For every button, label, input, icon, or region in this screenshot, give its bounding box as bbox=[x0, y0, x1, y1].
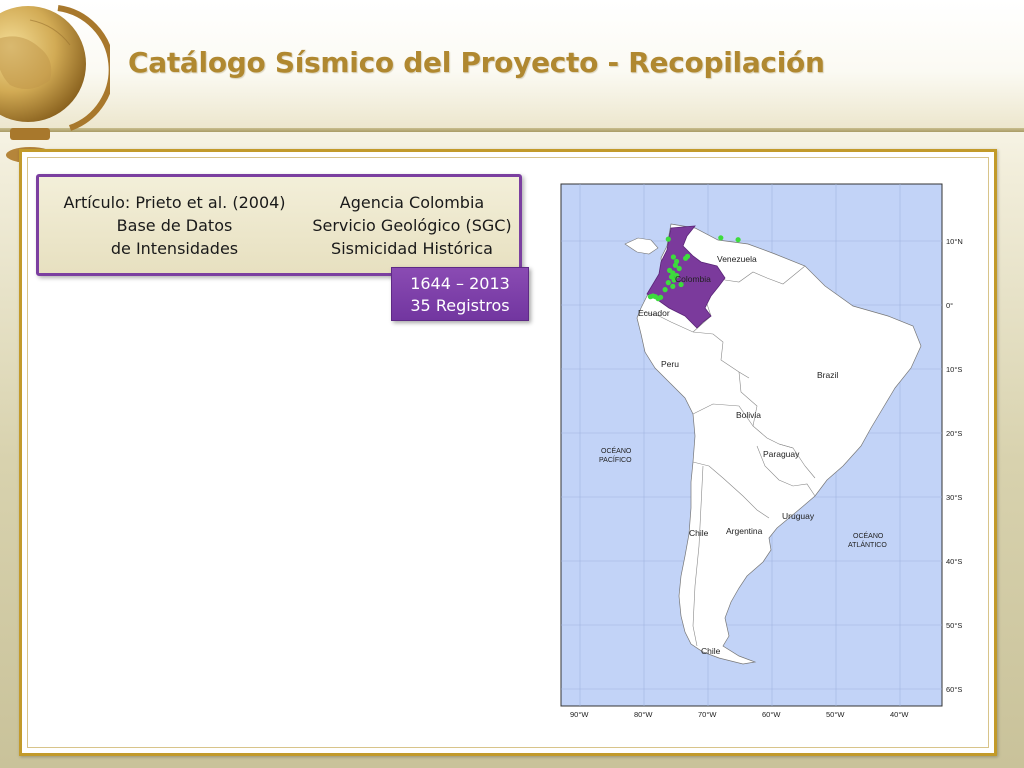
map-panel: Venezuela Colombia Ecuador Peru Brazil B… bbox=[543, 166, 980, 722]
seismic-event-point bbox=[670, 283, 676, 289]
source-article-line: Artículo: Prieto et al. (2004) bbox=[63, 193, 286, 212]
seismic-event-point bbox=[676, 265, 682, 272]
lon-tick-label: 80°W bbox=[634, 710, 653, 719]
country-label-argentina: Argentina bbox=[726, 526, 763, 536]
ocean-label-atlantic: OCÉANO bbox=[853, 531, 884, 540]
globe-icon bbox=[0, 5, 110, 163]
source-agency-line: Sismicidad Histórica bbox=[331, 239, 493, 258]
lat-tick-label: 20°S bbox=[946, 429, 962, 438]
seismic-event-point bbox=[662, 287, 668, 293]
lat-tick-label: 60°S bbox=[946, 685, 962, 694]
page-title: Catálogo Sísmico del Proyecto - Recopila… bbox=[128, 46, 825, 79]
country-label-venezuela: Venezuela bbox=[717, 254, 757, 264]
source-agency-column: Agencia Colombia Servicio Geológico (SGC… bbox=[301, 191, 523, 260]
country-label-ecuador: Ecuador bbox=[638, 308, 670, 318]
lon-tick-label: 50°W bbox=[826, 710, 845, 719]
seismic-event-point bbox=[665, 280, 671, 286]
lat-tick-label: 30°S bbox=[946, 493, 962, 502]
source-article-column: Artículo: Prieto et al. (2004) Base de D… bbox=[47, 191, 302, 260]
country-label-brazil: Brazil bbox=[817, 370, 838, 380]
country-label-chile-south: Chile bbox=[701, 646, 721, 656]
lon-tick-label: 70°W bbox=[698, 710, 717, 719]
seismic-event-point bbox=[665, 236, 671, 242]
badge-count: 35 Registros bbox=[410, 296, 510, 315]
lat-tick-label: 50°S bbox=[946, 621, 962, 630]
lat-tick-label: 0° bbox=[946, 301, 953, 310]
seismic-event-point bbox=[735, 237, 741, 243]
source-article-line: de Intensidades bbox=[110, 239, 239, 258]
source-agency-line: Servicio Geológico (SGC) bbox=[312, 216, 512, 235]
record-count-badge: 1644 – 2013 35 Registros bbox=[391, 267, 529, 321]
country-label-colombia: Colombia bbox=[675, 274, 711, 284]
country-label-chile-north: Chile bbox=[689, 528, 709, 538]
badge-period: 1644 – 2013 bbox=[410, 274, 510, 293]
source-info-box: Artículo: Prieto et al. (2004) Base de D… bbox=[36, 174, 522, 276]
lon-tick-label: 40°W bbox=[890, 710, 909, 719]
seismic-event-point bbox=[670, 254, 676, 260]
south-america-map[interactable]: Venezuela Colombia Ecuador Peru Brazil B… bbox=[543, 166, 980, 722]
lat-tick-label: 40°S bbox=[946, 557, 962, 566]
source-article-line: Base de Datos bbox=[116, 216, 233, 235]
seismic-event-point bbox=[655, 296, 661, 302]
seismic-event-point bbox=[718, 235, 724, 241]
ocean-label-atlantic: ATLÁNTICO bbox=[848, 540, 887, 549]
ocean-label-pacific: PACÍFICO bbox=[599, 455, 632, 464]
lon-tick-label: 90°W bbox=[570, 710, 589, 719]
lon-tick-label: 60°W bbox=[762, 710, 781, 719]
seismic-event-point bbox=[684, 253, 691, 259]
ocean-label-pacific: OCÉANO bbox=[601, 446, 632, 455]
country-label-paraguay: Paraguay bbox=[763, 449, 800, 459]
lat-tick-label: 10°N bbox=[946, 237, 963, 246]
seismic-event-point bbox=[647, 294, 653, 300]
header-rule bbox=[0, 128, 1024, 132]
country-label-peru: Peru bbox=[661, 359, 679, 369]
country-label-bolivia: Bolivia bbox=[736, 410, 761, 420]
country-label-uruguay: Uruguay bbox=[782, 511, 815, 521]
lat-tick-label: 10°S bbox=[946, 365, 962, 374]
source-agency-line: Agencia Colombia bbox=[339, 193, 485, 212]
